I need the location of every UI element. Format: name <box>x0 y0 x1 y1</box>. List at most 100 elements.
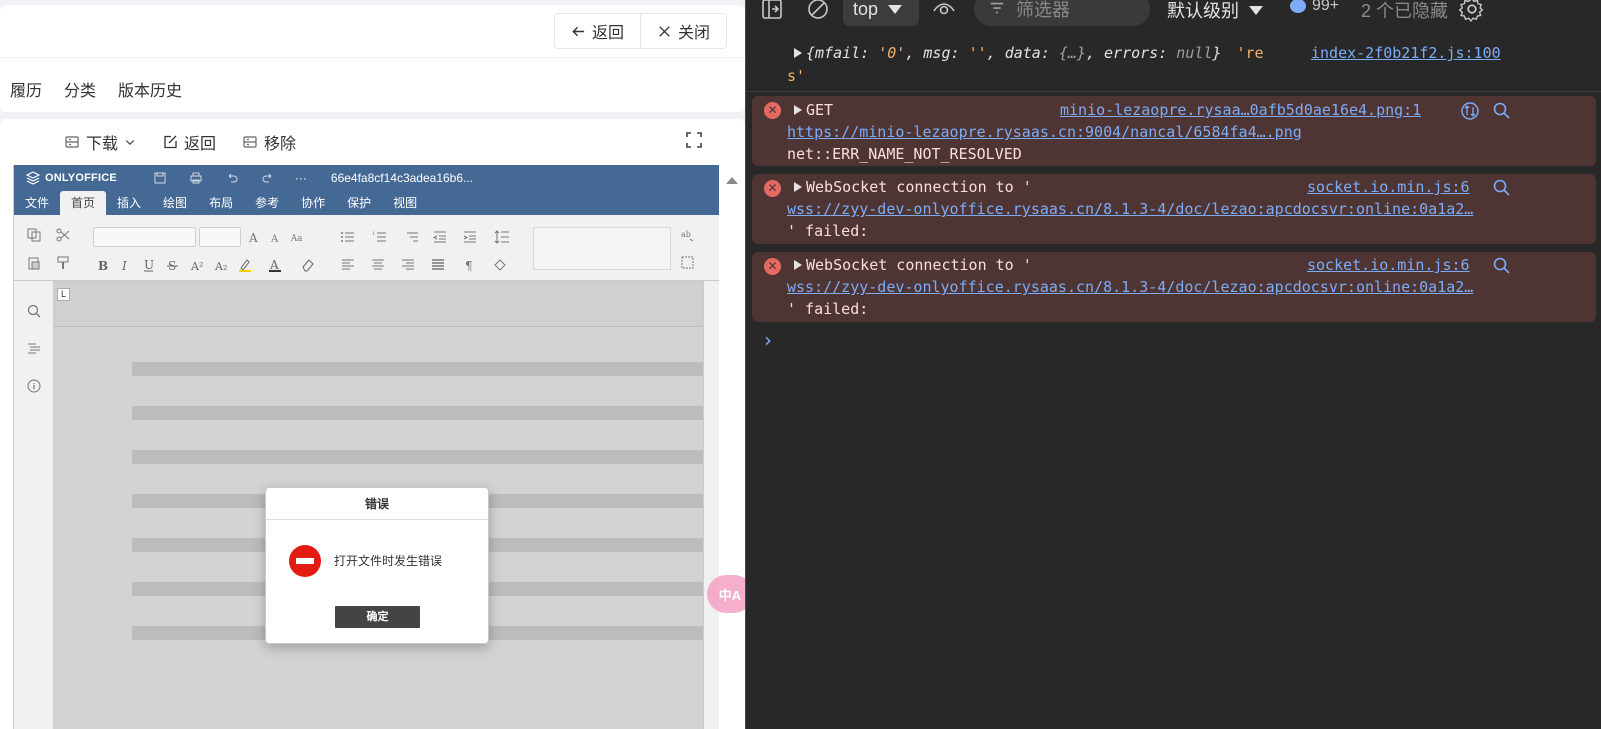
bold-icon[interactable]: B <box>94 257 110 273</box>
search-icon[interactable] <box>26 303 42 319</box>
websocket-url[interactable]: wss://zyy-dev-onlyoffice.rysaas.cn/8.1.3… <box>787 276 1473 298</box>
select-all-icon[interactable] <box>680 255 696 271</box>
tab-category[interactable]: 分类 <box>64 77 96 101</box>
superscript-icon[interactable]: A² <box>189 257 205 273</box>
gear-icon[interactable] <box>1459 0 1485 22</box>
format-painter-icon[interactable] <box>55 255 71 271</box>
menu-home[interactable]: 首页 <box>60 191 107 215</box>
menu-references[interactable]: 参考 <box>244 191 290 215</box>
numbering-icon[interactable]: 1 <box>372 229 388 245</box>
network-request-icon[interactable] <box>1460 101 1480 121</box>
replace-icon[interactable]: ab <box>680 227 696 243</box>
styles-gallery[interactable] <box>533 227 671 270</box>
source-link[interactable]: socket.io.min.js:6 <box>1307 254 1470 276</box>
menu-file[interactable]: 文件 <box>14 191 60 215</box>
websocket-url[interactable]: wss://zyy-dev-onlyoffice.rysaas.cn/8.1.3… <box>787 198 1473 220</box>
more-menu[interactable]: ··· <box>295 171 307 185</box>
tab-history[interactable]: 履历 <box>10 77 42 101</box>
clear-format-icon[interactable] <box>300 257 316 273</box>
font-color-icon[interactable]: A <box>267 257 283 273</box>
increase-indent-icon[interactable] <box>462 229 478 245</box>
log-level-selector[interactable]: 默认级别 <box>1167 0 1263 23</box>
line-spacing-icon[interactable] <box>494 229 510 245</box>
error-line[interactable]: WebSocket connection to ' <box>794 254 1032 276</box>
menu-view[interactable]: 视图 <box>382 191 428 215</box>
filter-input[interactable]: 筛选器 <box>974 0 1150 26</box>
request-url[interactable]: https://minio-lezaopre.rysaas.cn:9004/na… <box>787 121 1302 143</box>
print-icon[interactable] <box>189 171 203 185</box>
save-icon[interactable] <box>153 171 167 185</box>
cut-icon[interactable] <box>55 227 71 243</box>
console-entry-error[interactable]: ✕ WebSocket connection to ' socket.io.mi… <box>752 174 1596 244</box>
decrease-indent-icon[interactable] <box>432 229 448 245</box>
error-line[interactable]: GET <box>794 99 833 121</box>
download-button[interactable]: 下载 <box>64 130 136 154</box>
align-right-icon[interactable] <box>400 257 416 273</box>
change-case-icon[interactable]: Aa <box>290 229 306 245</box>
bullets-icon[interactable] <box>340 229 356 245</box>
remove-button[interactable]: 移除 <box>242 130 296 154</box>
font-size-select[interactable] <box>199 227 241 247</box>
shading-icon[interactable] <box>492 257 508 273</box>
navigation-icon[interactable] <box>26 341 42 357</box>
menu-draw[interactable]: 绘图 <box>152 191 198 215</box>
menu-insert[interactable]: 插入 <box>106 191 152 215</box>
paragraph-mark-icon[interactable]: ¶ <box>462 257 478 273</box>
highlight-icon[interactable] <box>237 257 253 273</box>
search-icon[interactable] <box>1492 101 1512 121</box>
live-expression-eye-icon[interactable] <box>932 0 956 22</box>
page-scrollbar[interactable] <box>719 165 745 729</box>
back-button[interactable]: 返回 <box>555 14 640 48</box>
dialog-ok-button[interactable]: 确定 <box>335 606 420 628</box>
clear-console-icon[interactable] <box>806 0 830 22</box>
copy-icon[interactable] <box>26 227 42 243</box>
search-icon[interactable] <box>1492 256 1512 276</box>
dropdown-triangle-icon <box>888 4 903 14</box>
tab-version-history[interactable]: 版本历史 <box>118 77 182 101</box>
console-toolbar: top 筛选器 默认级别 99+ 2 个已隐藏 <box>746 0 1601 30</box>
log-object[interactable]: {mfail: '0', msg: '', data: {…}, errors:… <box>794 42 1264 64</box>
onlyoffice-titlebar: ONLYOFFICE ··· 66e4fa8cf14c3adea16b6... <box>14 165 719 191</box>
decrease-font-icon[interactable]: A <box>268 229 284 245</box>
console-entry-error[interactable]: ✕ GET minio-lezaopre.rysaa…0afb5d0ae16e4… <box>752 96 1596 166</box>
message-count-badge[interactable]: 99+ <box>1290 0 1339 15</box>
expand-triangle-icon[interactable] <box>794 48 802 58</box>
align-left-icon[interactable] <box>340 257 356 273</box>
paste-icon[interactable] <box>26 255 42 271</box>
font-family-select[interactable] <box>93 227 196 247</box>
expand-triangle-icon[interactable] <box>794 260 802 270</box>
menu-collaborate[interactable]: 协作 <box>290 191 336 215</box>
show-sidebar-icon[interactable] <box>760 0 784 22</box>
context-selector[interactable]: top <box>843 0 919 26</box>
redo-icon[interactable] <box>261 171 275 185</box>
strikethrough-icon[interactable]: S <box>165 257 181 273</box>
source-link[interactable]: minio-lezaopre.rysaa…0afb5d0ae16e4.png:1 <box>1060 99 1421 121</box>
console-prompt-chevron-icon[interactable]: › <box>764 328 772 352</box>
viewer-back-button[interactable]: 返回 <box>162 130 216 154</box>
increase-font-icon[interactable]: A <box>247 229 263 245</box>
source-link[interactable]: index-2f0b21f2.js:100 <box>1311 42 1501 64</box>
justify-icon[interactable] <box>430 257 446 273</box>
expand-triangle-icon[interactable] <box>794 182 802 192</box>
console-entry-error[interactable]: ✕ WebSocket connection to ' socket.io.mi… <box>752 252 1596 322</box>
close-button[interactable]: 关闭 <box>639 14 726 48</box>
italic-icon[interactable]: I <box>117 257 133 273</box>
undo-icon[interactable] <box>225 171 239 185</box>
error-line[interactable]: WebSocket connection to ' <box>794 176 1032 198</box>
menu-layout[interactable]: 布局 <box>198 191 244 215</box>
source-link[interactable]: socket.io.min.js:6 <box>1307 176 1470 198</box>
fullscreen-icon[interactable] <box>685 131 703 149</box>
menu-protect[interactable]: 保护 <box>336 191 382 215</box>
subscript-icon[interactable]: A₂ <box>213 257 229 273</box>
console-entry-info[interactable]: {mfail: '0', msg: '', data: {…}, errors:… <box>746 34 1601 92</box>
search-icon[interactable] <box>1492 178 1512 198</box>
align-center-icon[interactable] <box>370 257 386 273</box>
log-tail: s' <box>787 67 806 85</box>
hidden-count[interactable]: 2 个已隐藏 <box>1361 0 1448 23</box>
underline-icon[interactable]: U <box>141 257 157 273</box>
tab-stop-selector[interactable]: L <box>57 288 70 301</box>
info-icon[interactable] <box>26 378 42 394</box>
multilevel-icon[interactable] <box>404 229 420 245</box>
scroll-up-arrow-icon[interactable] <box>726 177 738 184</box>
expand-triangle-icon[interactable] <box>794 105 802 115</box>
